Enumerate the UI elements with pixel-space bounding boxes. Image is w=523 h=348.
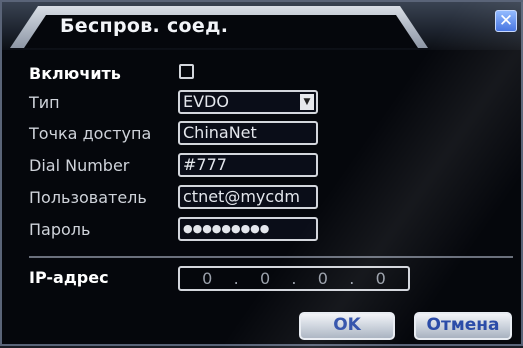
password-input[interactable]: ●●●●●●●●● (178, 217, 318, 241)
enable-checkbox[interactable] (179, 64, 194, 79)
ip-address-input[interactable]: 0 . 0 . 0 . 0 (178, 266, 410, 291)
type-label: Тип (29, 93, 60, 112)
ip-octet-3[interactable]: 0 (315, 269, 331, 288)
access-point-label: Точка доступа (29, 124, 152, 143)
ip-octet-4[interactable]: 0 (373, 269, 389, 288)
ip-octet-1[interactable]: 0 (199, 269, 215, 288)
ip-address-label: IP-адрес (29, 268, 109, 287)
access-point-input[interactable]: ChinaNet (178, 121, 318, 145)
section-divider (29, 256, 513, 258)
title-bar: Беспров. соед. ✕ (2, 2, 521, 50)
ok-button[interactable]: OK (299, 312, 395, 340)
type-dropdown[interactable]: EVDO ▼ (178, 90, 318, 114)
cancel-button[interactable]: Отмена (414, 312, 512, 340)
dial-number-input[interactable]: #777 (178, 153, 318, 177)
enable-label: Включить (29, 64, 121, 83)
username-input[interactable]: ctnet@mycdm (178, 185, 318, 209)
close-icon[interactable]: ✕ (495, 10, 517, 32)
ip-octet-2[interactable]: 0 (257, 269, 273, 288)
wireless-connection-dialog: Беспров. соед. ✕ Включить Тип EVDO ▼ Точ… (0, 0, 523, 348)
dial-number-label: Dial Number (29, 156, 130, 175)
chevron-down-icon[interactable]: ▼ (300, 94, 314, 110)
password-label: Пароль (29, 220, 91, 239)
username-label: Пользователь (29, 188, 147, 207)
type-value: EVDO (183, 92, 229, 111)
dialog-title: Беспров. соед. (60, 15, 229, 37)
